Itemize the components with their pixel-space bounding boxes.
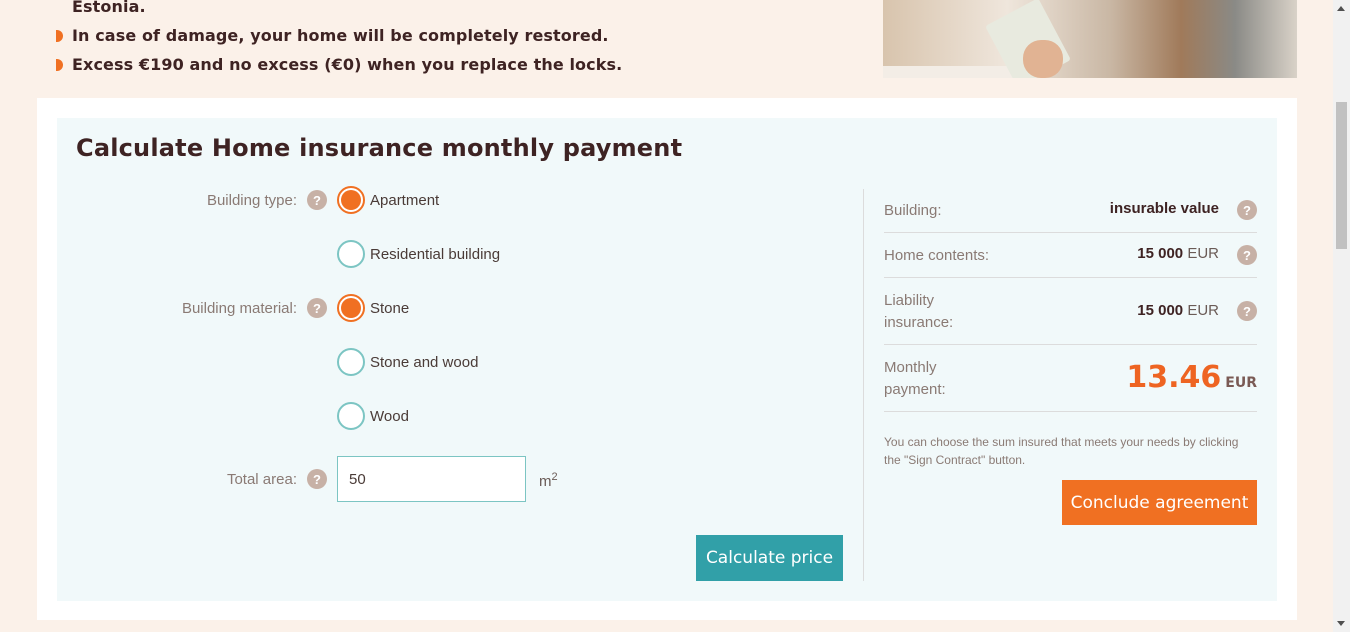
monthly-amount: 13.46 [1126, 360, 1222, 395]
calculator-title: Calculate Home insurance monthly payment [76, 134, 683, 162]
summary-value: 15 000 EUR [1137, 245, 1219, 262]
radio-circle[interactable] [337, 294, 365, 322]
total-area-input[interactable] [337, 456, 526, 502]
radio-circle[interactable] [337, 402, 365, 430]
help-icon[interactable]: ? [307, 298, 327, 318]
sum-insured-note: You can choose the sum insured that meet… [884, 435, 1239, 467]
summary-row-liability: Liability insurance: 15 000 EUR ? [884, 278, 1257, 345]
total-area-label: Total area: [226, 471, 297, 488]
monthly-payment-value: 13.46 EUR [1126, 360, 1257, 395]
scrollbar-thumb[interactable] [1336, 102, 1347, 249]
benefits-section: Estonia. In case of damage, your home wi… [0, 0, 1333, 98]
radio-label: Wood [370, 407, 409, 425]
calculator-panel: Calculate Home insurance monthly payment… [57, 118, 1277, 601]
building-type-label: Building type: [206, 192, 297, 209]
calculate-price-button[interactable]: Calculate price [696, 535, 843, 581]
benefit-item: Estonia. [72, 0, 146, 16]
help-icon[interactable]: ? [307, 469, 327, 489]
help-icon[interactable]: ? [307, 190, 327, 210]
summary-panel: Building: insurable value ? Home content… [884, 188, 1257, 412]
radio-circle[interactable] [337, 186, 365, 214]
divider [863, 189, 864, 581]
building-material-label: Building material: [181, 300, 297, 317]
monthly-currency: EUR [1225, 375, 1257, 391]
summary-row-home-contents: Home contents: 15 000 EUR ? [884, 233, 1257, 278]
benefits-list: Estonia. In case of damage, your home wi… [56, 0, 622, 79]
radio-residential-building[interactable]: Residential building [337, 240, 500, 268]
help-icon[interactable]: ? [1237, 245, 1257, 265]
hero-photo [883, 0, 1297, 78]
radio-label: Stone [370, 299, 410, 317]
radio-stone-and-wood[interactable]: Stone and wood [337, 348, 478, 376]
benefit-item: In case of damage, your home will be com… [56, 21, 622, 50]
bullet-icon [56, 58, 63, 71]
page-scrollbar[interactable] [1333, 0, 1350, 632]
summary-row-building: Building: insurable value ? [884, 188, 1257, 233]
benefit-item: Excess €190 and no excess (€0) when you … [56, 50, 622, 79]
radio-stone[interactable]: Stone [337, 294, 409, 322]
help-icon[interactable]: ? [1237, 301, 1257, 321]
area-unit: m2 [539, 471, 558, 490]
radio-wood[interactable]: Wood [337, 402, 409, 430]
radio-label: Residential building [370, 245, 501, 263]
radio-circle[interactable] [337, 348, 365, 376]
conclude-agreement-button[interactable]: Conclude agreement [1062, 480, 1257, 525]
scroll-down-icon[interactable] [1337, 621, 1345, 626]
photo-hand [1023, 40, 1063, 78]
bullet-icon [56, 29, 63, 42]
radio-circle[interactable] [337, 240, 365, 268]
summary-label: Building: [884, 202, 942, 219]
calculator-card: Calculate Home insurance monthly payment… [37, 98, 1297, 620]
radio-label: Stone and wood [370, 353, 479, 371]
help-icon[interactable]: ? [1237, 200, 1257, 220]
radio-apartment[interactable]: Apartment [337, 186, 439, 214]
radio-label: Apartment [370, 191, 440, 209]
summary-value: 15 000 EUR [1137, 302, 1219, 319]
summary-value: insurable value [1109, 200, 1219, 217]
scroll-up-icon[interactable] [1337, 6, 1345, 11]
summary-label: Liability insurance: [884, 292, 954, 331]
summary-label: Home contents: [884, 247, 990, 264]
summary-label: Monthly payment: [884, 359, 946, 398]
summary-row-monthly-payment: Monthly payment: 13.46 EUR [884, 345, 1257, 412]
